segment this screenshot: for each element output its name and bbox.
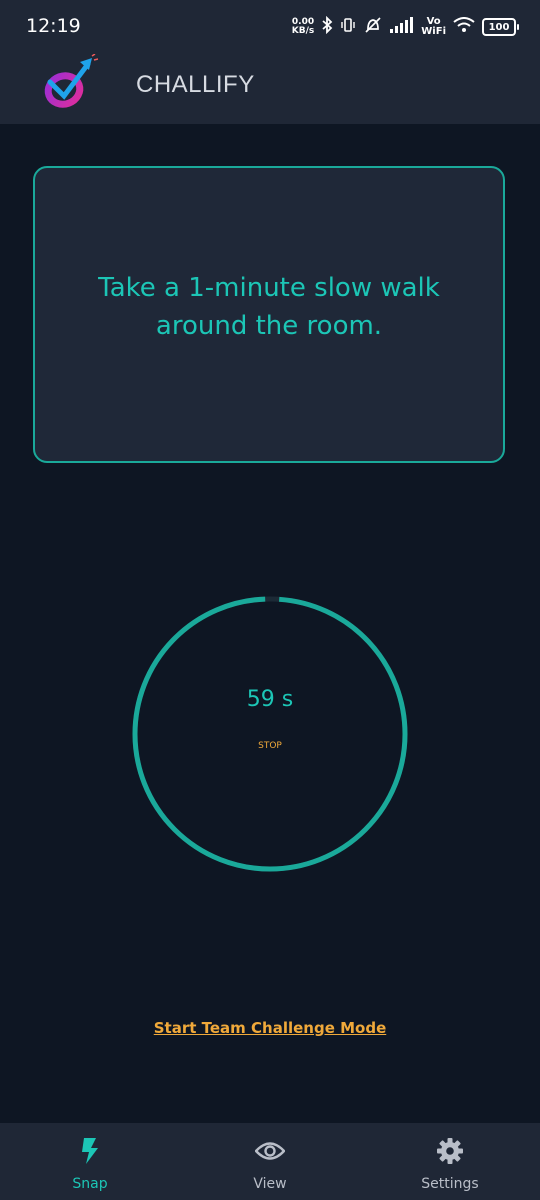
signal-icon — [390, 17, 414, 37]
vibrate-icon — [340, 17, 356, 37]
challify-logo — [36, 53, 99, 124]
nav-item-view[interactable]: View — [180, 1123, 360, 1200]
app-bar: CHALLIFY — [0, 53, 540, 124]
nav-item-snap[interactable]: Snap — [0, 1123, 180, 1200]
timer: 59 s STOP — [131, 595, 409, 873]
status-time: 12:19 — [26, 15, 81, 37]
challenge-text: Take a 1-minute slow walk around the roo… — [98, 272, 440, 341]
lightning-icon — [74, 1135, 106, 1167]
nav-item-settings[interactable]: Settings — [360, 1123, 540, 1200]
network-speed-unit: KB/s — [291, 26, 315, 36]
muted-bell-icon — [363, 16, 383, 38]
status-bar: 12:19 0.00 KB/s Vo WiFi 100 — [0, 0, 540, 54]
nav-label-snap: Snap — [72, 1176, 108, 1192]
start-team-challenge-link[interactable]: Start Team Challenge Mode — [0, 1019, 540, 1037]
battery-indicator: 100 — [482, 18, 519, 36]
app-title: CHALLIFY — [136, 71, 255, 98]
timer-ring — [132, 596, 408, 872]
timer-progress-arc — [132, 596, 408, 872]
wifi-icon — [453, 17, 475, 37]
nav-label-settings: Settings — [421, 1176, 479, 1192]
gear-icon — [434, 1135, 466, 1167]
nav-label-view: View — [253, 1176, 287, 1192]
challenge-card: Take a 1-minute slow walk around the roo… — [33, 166, 505, 463]
wifi-label: WiFi — [421, 26, 446, 37]
network-speed: 0.00 KB/s — [292, 18, 314, 36]
status-icons: 0.00 KB/s Vo WiFi 100 — [292, 13, 519, 41]
bluetooth-icon — [321, 15, 333, 38]
vowifi-indicator: Vo WiFi — [421, 17, 446, 37]
eye-icon — [254, 1135, 286, 1167]
bottom-nav: Snap View Settings — [0, 1123, 540, 1200]
timer-seconds: 59 s — [246, 687, 294, 712]
stop-button[interactable]: STOP — [245, 741, 295, 751]
